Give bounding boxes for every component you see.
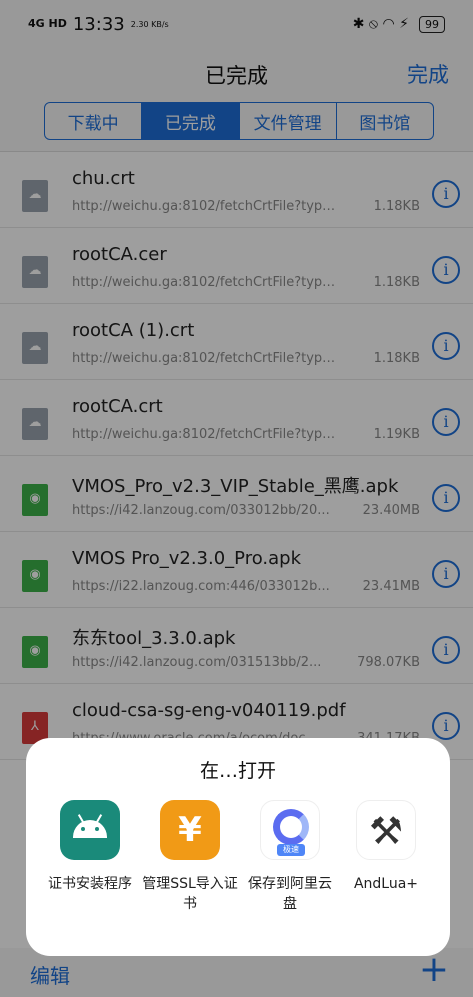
speed-tag: 极速 [277,844,305,856]
app-label: 管理SSL导入证书 [142,876,238,912]
aliyun-drive-icon: 极速 [260,800,320,860]
app-label: AndLua+ [353,876,419,892]
app-ssl-manager[interactable]: ¥ 管理SSL导入证书 [142,800,238,914]
tools-icon: ⚒ [356,800,416,860]
sheet-title: 在…打开 [199,760,276,782]
app-aliyun-drive[interactable]: 极速 保存到阿里云盘 [242,800,338,914]
app-andlua[interactable]: ⚒ AndLua+ [338,800,434,894]
app-certificate-installer[interactable]: 证书安装程序 [42,800,138,894]
app-label: 证书安装程序 [48,876,132,892]
app-label: 保存到阿里云盘 [248,876,332,912]
open-in-sheet: 在…打开 证书安装程序 ¥ 管理SSL导入证书 极速 保存到阿里云盘 ⚒ And… [26,738,450,956]
android-icon [60,800,120,860]
eagle-icon: ¥ [160,800,220,860]
